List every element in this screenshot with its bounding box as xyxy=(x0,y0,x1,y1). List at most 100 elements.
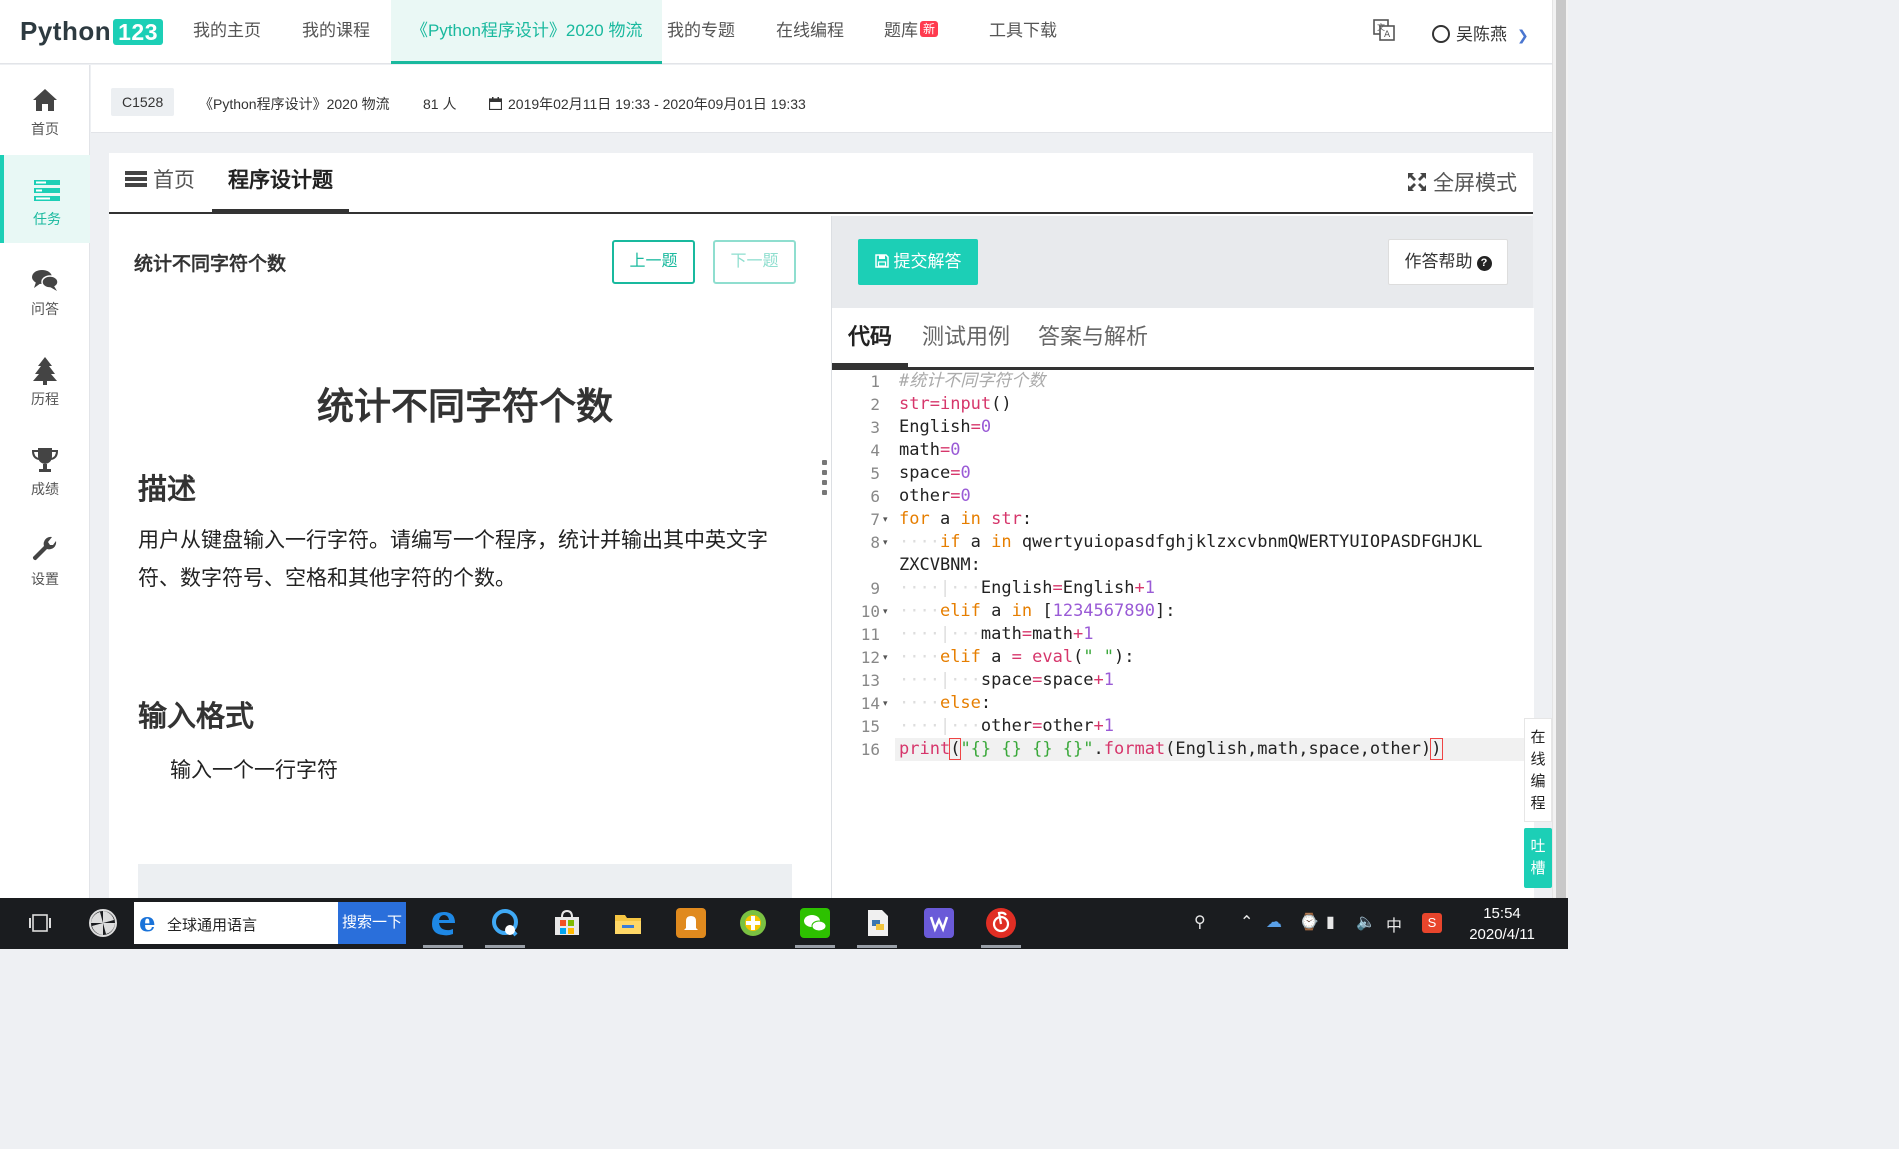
description-heading: 描述 xyxy=(138,474,197,506)
sogou-ime-icon[interactable]: S xyxy=(1422,913,1442,933)
chevron-up-icon[interactable]: ⌃ xyxy=(1240,912,1253,932)
code-line: ····|···other=other+1 xyxy=(899,716,1115,736)
nav-online-coding[interactable]: 在线编程 xyxy=(776,0,844,64)
sidebar-item-qa[interactable]: 问答 xyxy=(0,245,90,333)
fold-toggle-icon[interactable]: ▾ xyxy=(883,646,888,669)
sidebar-item-label: 任务 xyxy=(33,211,61,227)
code-line: ····elif a = eval(" "): xyxy=(899,647,1135,667)
sidebar-item-settings[interactable]: 设置 xyxy=(0,515,90,603)
course-name: 《Python程序设计》2020 物流 xyxy=(199,96,390,112)
line-number: 11 xyxy=(860,625,880,644)
line-number: 3 xyxy=(870,418,880,437)
line-gutter: 1 2 3 4 5 6 7 ▾ 8 ▾ 9 10 ▾ 11 12 ▾ 13 14 ▾ 15 16 xyxy=(832,370,895,898)
nav-my-home[interactable]: 我的主页 xyxy=(193,0,261,64)
sidebar-item-tasks[interactable]: 任务 xyxy=(0,155,90,243)
fold-toggle-icon[interactable]: ▾ xyxy=(883,692,888,715)
code-line: ····elif a in [1234567890]: xyxy=(899,601,1176,621)
system-clock[interactable]: 15:54 2020/4/11 xyxy=(1462,903,1542,945)
taskbar-search-box[interactable]: e 全球通用语言 xyxy=(134,902,338,944)
people-icon[interactable]: ⚲ xyxy=(1194,912,1206,932)
code-line: ····|···space=space+1 xyxy=(899,670,1115,690)
netease-music-icon[interactable] xyxy=(986,908,1016,938)
code-line: ZXCVBNM: xyxy=(899,555,981,575)
wechat-icon[interactable] xyxy=(800,908,830,938)
code-line: math=0 xyxy=(899,440,961,460)
volume-icon[interactable]: 🔈 xyxy=(1356,912,1376,932)
tree-icon xyxy=(33,357,57,385)
prev-question-button[interactable]: 上一题 xyxy=(612,240,695,284)
wps-icon[interactable] xyxy=(924,908,954,938)
user-menu[interactable]: 吴陈燕 ❯ xyxy=(1432,20,1529,45)
expand-icon xyxy=(1408,173,1426,191)
tab-programming[interactable]: 程序设计题 xyxy=(212,153,349,213)
main-card: 首页 程序设计题 全屏模式 统计不同字符个数 上一题 下一题 统计不同字符个数 … xyxy=(109,153,1534,898)
line-number: 12 xyxy=(860,648,880,667)
calendar-icon xyxy=(488,97,503,111)
qq-browser-icon[interactable] xyxy=(490,908,520,938)
edge-icon[interactable] xyxy=(428,908,458,938)
tab-code[interactable]: 代码 xyxy=(832,308,909,367)
line-number: 6 xyxy=(870,487,880,506)
battery-icon[interactable]: ▮ xyxy=(1326,912,1335,932)
python-file-icon[interactable] xyxy=(862,908,892,938)
sidebar-item-grades[interactable]: 成绩 xyxy=(0,425,90,513)
save-icon xyxy=(874,254,889,268)
answer-help-button[interactable]: 作答帮助? xyxy=(1388,239,1508,285)
file-explorer-icon[interactable] xyxy=(613,908,643,938)
bell-app-icon[interactable] xyxy=(676,908,706,938)
ime-indicator[interactable]: 中 xyxy=(1386,912,1402,936)
fold-toggle-icon[interactable]: ▾ xyxy=(883,600,888,623)
top-navbar: Python 123 我的主页 我的课程 《Python程序设计》2020 物流 … xyxy=(0,0,1552,64)
fold-toggle-icon[interactable]: ▾ xyxy=(883,508,888,531)
wrench-icon xyxy=(32,536,57,561)
input-format-heading: 输入格式 xyxy=(138,701,255,733)
fold-toggle-icon[interactable]: ▾ xyxy=(883,531,888,554)
submit-answer-button[interactable]: 提交解答 xyxy=(858,239,978,285)
logo-badge: 123 xyxy=(113,19,163,45)
code-line: space=0 xyxy=(899,463,971,483)
scrollbar-thumb[interactable] xyxy=(1556,0,1566,898)
tab-answer-analysis[interactable]: 答案与解析 xyxy=(1038,308,1148,367)
360-security-icon[interactable] xyxy=(738,908,768,938)
user-icon xyxy=(1432,25,1450,43)
nav-my-courses[interactable]: 我的课程 xyxy=(302,0,370,64)
question-pane: 统计不同字符个数 上一题 下一题 统计不同字符个数 描述 用户从键盘输入一行字符… xyxy=(109,216,831,898)
code-line: ····|···math=math+1 xyxy=(899,624,1094,644)
line-number: 13 xyxy=(860,671,880,690)
editor-tabs: 代码 测试用例 答案与解析 xyxy=(832,308,1534,370)
line-number: 10 xyxy=(860,602,880,621)
online-coding-float-tab[interactable]: 在线编程 xyxy=(1524,718,1552,822)
user-name: 吴陈燕 xyxy=(1456,25,1507,44)
line-number: 1 xyxy=(870,372,880,391)
nav-tool-download[interactable]: 工具下载 xyxy=(989,0,1057,64)
fullscreen-button[interactable]: 全屏模式 xyxy=(1407,167,1517,197)
translate-icon[interactable]: 文 A xyxy=(1372,18,1396,42)
cloud-app-icon[interactable]: ☁ xyxy=(1266,912,1282,932)
taskbar-search-button[interactable]: 搜索一下 xyxy=(338,902,406,944)
description-text: 用户从键盘输入一行字符。请编写一个程序，统计并输出其中英文字符、数字符号、空格和… xyxy=(138,529,768,590)
chevron-down-icon: ❯ xyxy=(1517,27,1529,43)
code-editor[interactable]: 1 2 3 4 5 6 7 ▾ 8 ▾ 9 10 ▾ 11 12 ▾ 13 14 ▾ 15 16 #统计不同字符个数 s… xyxy=(832,370,1534,898)
pane-resize-handle[interactable] xyxy=(822,460,828,504)
line-number: 2 xyxy=(870,395,880,414)
code-line: str=input() xyxy=(899,394,1012,414)
wifi-icon[interactable]: ⌚ xyxy=(1299,912,1319,932)
course-period: 2019年02月11日 19:33 - 2020年09月01日 19:33 xyxy=(488,94,806,114)
tab-home[interactable]: 首页 xyxy=(125,153,195,213)
site-logo[interactable]: Python 123 xyxy=(20,16,163,47)
store-icon[interactable] xyxy=(552,908,582,938)
tab-test-cases[interactable]: 测试用例 xyxy=(922,308,1010,367)
nav-current-course[interactable]: 《Python程序设计》2020 物流 xyxy=(391,0,663,64)
task-view-icon[interactable] xyxy=(28,911,52,935)
sidebar-item-home[interactable]: 首页 xyxy=(0,65,90,153)
nav-my-topics[interactable]: 我的专题 xyxy=(667,0,735,64)
code-line: print("{} {} {} {}".format(English,math,… xyxy=(899,738,1443,760)
sidebar-item-history[interactable]: 历程 xyxy=(0,335,90,423)
pinwheel-icon[interactable] xyxy=(88,908,118,938)
feedback-float-tab[interactable]: 吐槽 xyxy=(1524,828,1552,888)
new-badge: 新 xyxy=(920,21,939,37)
line-number: 16 xyxy=(860,740,880,759)
nav-question-bank[interactable]: 题库新 xyxy=(884,0,939,64)
page-scrollbar[interactable] xyxy=(1552,0,1568,898)
next-question-button[interactable]: 下一题 xyxy=(713,240,796,284)
